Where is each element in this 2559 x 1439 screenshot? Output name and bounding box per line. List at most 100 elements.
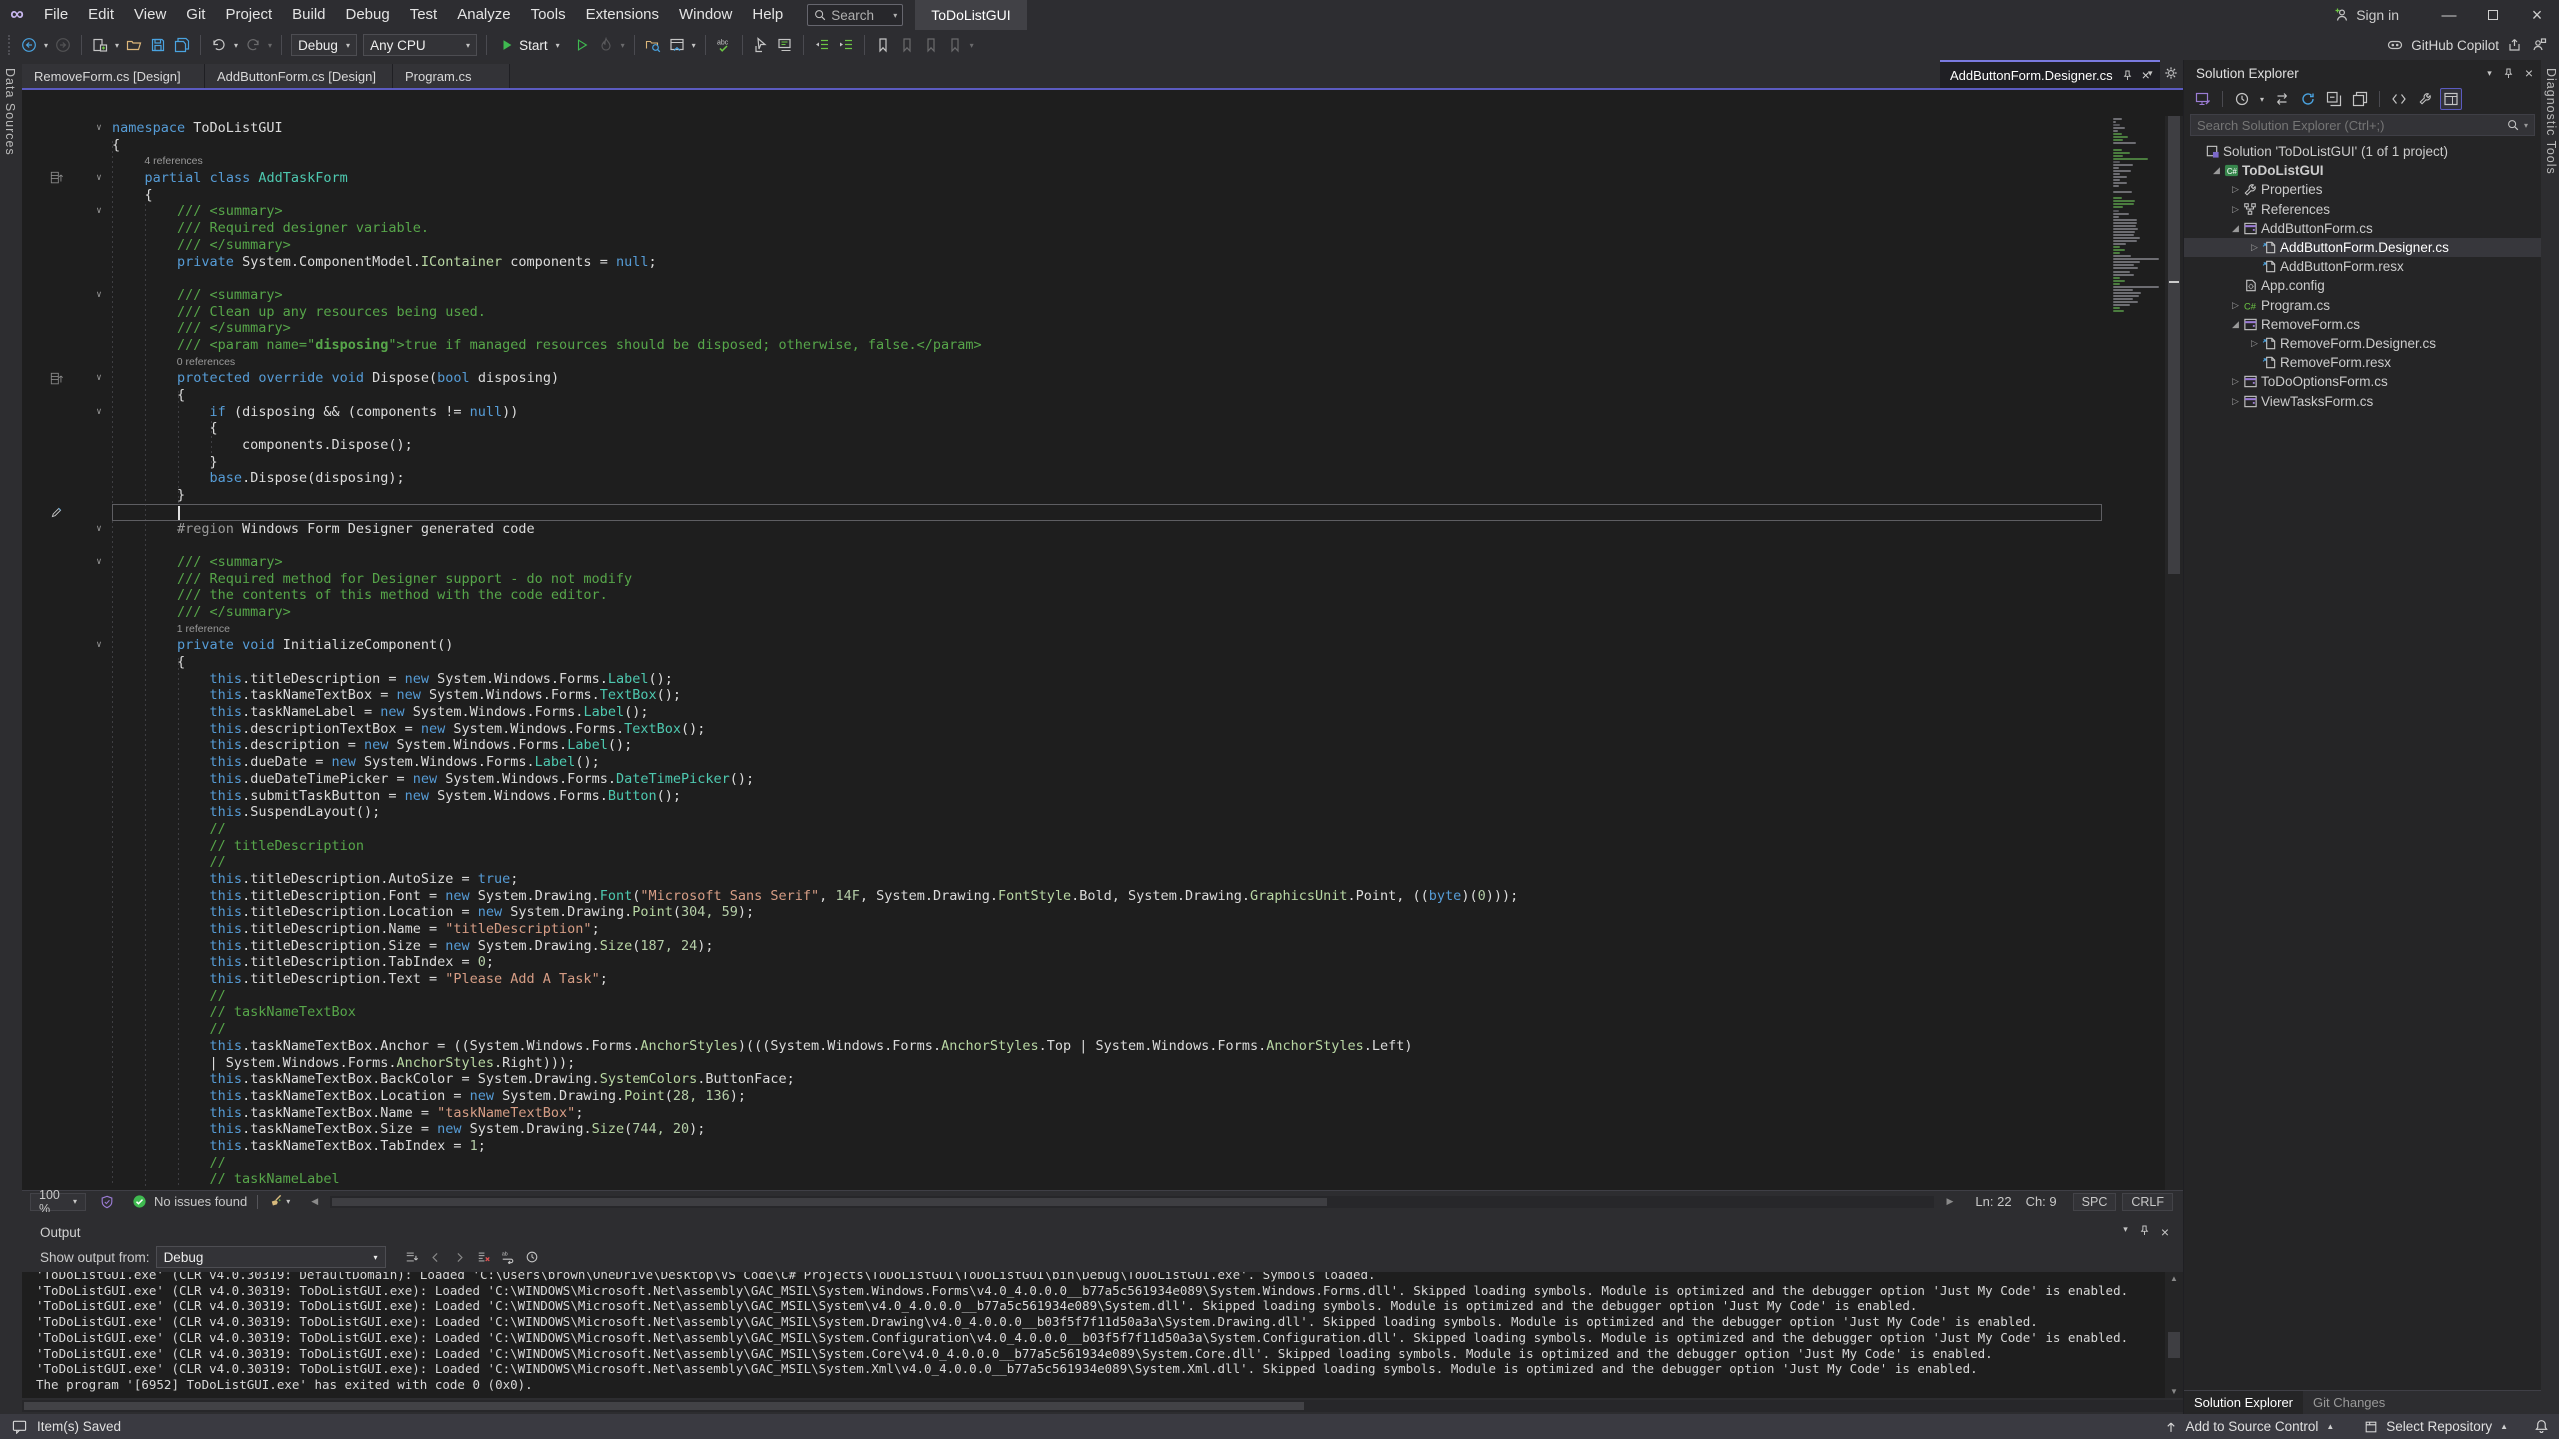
menu-tools[interactable]: Tools [521,0,576,30]
tree-item-addbuttonform-resx[interactable]: AddButtonForm.resx [2184,257,2541,276]
line-indicator[interactable]: Ln: 22 [1975,1194,2011,1209]
scroll-up-icon[interactable]: ▲ [2165,1274,2183,1283]
tree-item-addbuttonform-designer-cs[interactable]: ▷AddButtonForm.Designer.cs [2184,238,2541,257]
diagnostic-tools-tab[interactable]: Diagnostic Tools [2544,60,2558,175]
tree-item-viewtasksform-cs[interactable]: ▷ViewTasksForm.cs [2184,391,2541,410]
code-line[interactable]: /// Required designer variable. [22,220,2102,237]
tab-options-gear-icon[interactable] [2164,66,2178,80]
code-line[interactable]: this.titleDescription.Name = "titleDescr… [22,921,2102,938]
menu-edit[interactable]: Edit [78,0,124,30]
code-line[interactable]: // [22,821,2102,838]
code-line[interactable]: this.titleDescription.Size = new System.… [22,938,2102,955]
solution-explorer-search-input[interactable] [2197,118,2506,133]
menu-build[interactable]: Build [282,0,335,30]
tree-item-removeform-cs[interactable]: ◢RemoveForm.cs [2184,315,2541,334]
tab-program-cs[interactable]: Program.cs [393,64,510,88]
code-line[interactable]: this.submitTaskButton = new System.Windo… [22,788,2102,805]
code-line[interactable]: this.SuspendLayout(); [22,804,2102,821]
undo-icon[interactable] [207,33,231,57]
sign-in-button[interactable]: Sign in [2334,7,2399,23]
tree-item-properties[interactable]: ▷Properties [2184,180,2541,199]
codelens-margin-icon[interactable] [50,372,64,386]
view-code-icon[interactable] [2388,88,2410,110]
code-line[interactable]: this.titleDescription = new System.Windo… [22,671,2102,688]
code-line[interactable]: this.taskNameTextBox.BackColor = System.… [22,1071,2102,1088]
spell-checker-icon[interactable]: abc [712,33,736,57]
codelens-line[interactable]: 0 references [22,354,2102,371]
select-repository-button[interactable]: Select Repository [2386,1419,2492,1434]
fold-collapse-icon[interactable]: ∨ [86,170,112,187]
scrollbar-thumb[interactable] [2168,116,2180,574]
tree-item-program-cs[interactable]: ▷C#Program.cs [2184,296,2541,315]
find-in-files-icon[interactable] [641,33,665,57]
code-line[interactable]: this.titleDescription.AutoSize = true; [22,871,2102,888]
menu-debug[interactable]: Debug [336,0,400,30]
scrollbar-thumb[interactable] [2168,1332,2180,1358]
pin-icon[interactable] [2121,69,2134,82]
next-message-icon[interactable] [448,1246,472,1268]
solution-platforms-dropdown[interactable]: Any CPU▾ [363,34,477,56]
chevron-down-icon[interactable]: ▾ [618,41,628,50]
code-line[interactable]: ∨namespace ToDoListGUI [22,120,2102,137]
codelens-line[interactable]: 4 references [22,153,2102,170]
start-debugging-button[interactable]: Start▾ [493,33,570,57]
search-box[interactable]: Search ▾ [807,4,903,26]
code-line[interactable]: this.taskNameTextBox.TabIndex = 1; [22,1138,2102,1155]
code-line[interactable]: /// </summary> [22,237,2102,254]
tree-item-solution-todolistgui-1-of-1-project[interactable]: Solution 'ToDoListGUI' (1 of 1 project) [2184,142,2541,161]
chevron-down-icon[interactable]: ▾ [265,41,275,50]
find-message-icon[interactable] [400,1246,424,1268]
scroll-right-icon[interactable]: ▶ [1942,1196,1957,1207]
code-line[interactable]: this.titleDescription.Location = new Sys… [22,904,2102,921]
scrollbar-thumb[interactable] [332,1198,1327,1206]
output-vertical-scrollbar[interactable]: ▲ ▼ [2165,1272,2183,1398]
collapsed-arrow-icon[interactable]: ▷ [2228,204,2243,215]
collapsed-arrow-icon[interactable]: ▷ [2247,242,2262,253]
previous-message-icon[interactable] [424,1246,448,1268]
next-bookmark-icon[interactable] [919,33,943,57]
code-line[interactable]: ∨ /// <summary> [22,287,2102,304]
minimap[interactable] [2111,118,2161,1188]
scroll-down-icon[interactable]: ▼ [2165,1387,2183,1396]
scrollbar-thumb[interactable] [24,1402,1304,1410]
menu-test[interactable]: Test [400,0,448,30]
refresh-icon[interactable] [2297,88,2319,110]
open-file-icon[interactable] [122,33,146,57]
tab-list-chevron-icon[interactable]: ▾ [2148,68,2153,79]
code-line[interactable]: this.titleDescription.Text = "Please Add… [22,971,2102,988]
maximize-button[interactable] [2471,0,2515,30]
fold-collapse-icon[interactable]: ∨ [86,287,112,304]
code-line[interactable]: this.taskNameTextBox.Size = new System.D… [22,1121,2102,1138]
code-line[interactable]: /// <param name="disposing">true if mana… [22,337,2102,354]
chevron-down-icon[interactable]: ▾ [967,41,977,50]
code-line[interactable]: ∨ partial class AddTaskForm [22,170,2102,187]
performance-profiler-icon[interactable] [594,33,618,57]
increase-indent-icon[interactable] [834,33,858,57]
code-line[interactable]: // [22,1021,2102,1038]
fold-collapse-icon[interactable]: ∨ [86,370,112,387]
tree-item-removeform-resx[interactable]: RemoveForm.resx [2184,353,2541,372]
close-icon[interactable]: × [2161,1224,2169,1240]
menu-analyze[interactable]: Analyze [447,0,520,30]
new-project-icon[interactable] [88,33,112,57]
tree-item-addbuttonform-cs[interactable]: ◢AddButtonForm.cs [2184,219,2541,238]
expanded-arrow-icon[interactable]: ◢ [2209,165,2224,176]
tab-addbuttonform-cs-design-[interactable]: AddButtonForm.cs [Design] [205,64,393,88]
pending-changes-filter-icon[interactable] [2231,88,2253,110]
issues-label[interactable]: No issues found [154,1194,247,1209]
fold-collapse-icon[interactable]: ∨ [86,120,112,137]
tree-item-todooptionsform-cs[interactable]: ▷ToDoOptionsForm.cs [2184,372,2541,391]
code-line[interactable]: this.taskNameTextBox = new System.Window… [22,687,2102,704]
select-pointer-icon[interactable] [749,33,773,57]
navigate-backward-icon[interactable] [17,33,41,57]
sync-with-active-document-icon[interactable] [2192,88,2214,110]
code-line[interactable]: ∨ if (disposing && (components != null)) [22,404,2102,421]
code-line[interactable]: this.taskNameTextBox.Name = "taskNameTex… [22,1105,2102,1122]
chevron-down-icon[interactable]: ▾ [689,41,699,50]
code-line[interactable]: ∨ /// <summary> [22,203,2102,220]
line-endings-indicator[interactable]: CRLF [2122,1193,2173,1211]
code-line[interactable] [22,270,2102,287]
fold-collapse-icon[interactable]: ∨ [86,637,112,654]
scroll-left-icon[interactable]: ◀ [307,1196,322,1207]
share-icon[interactable] [2507,37,2523,53]
